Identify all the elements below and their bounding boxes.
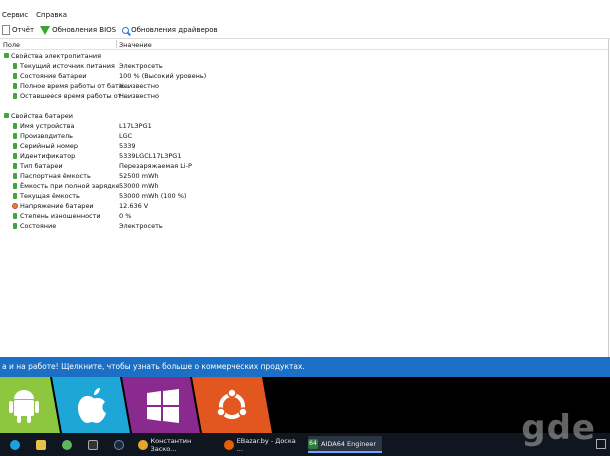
recycle-icon bbox=[62, 439, 72, 450]
battery-icon bbox=[13, 123, 17, 129]
aida64-icon: 64 bbox=[308, 438, 318, 449]
report-icon bbox=[2, 25, 10, 35]
section-header[interactable]: Свойства батареи bbox=[0, 111, 608, 121]
battery-icon bbox=[13, 173, 17, 179]
taskbar-firefox[interactable]: EBazar.by - Доска ... bbox=[224, 436, 302, 453]
battery-section-icon bbox=[4, 113, 9, 118]
list-item[interactable]: Текущая ёмкость 53000 mWh (100 %) bbox=[0, 191, 608, 201]
tiles-svg bbox=[0, 377, 272, 433]
skype-icon bbox=[10, 439, 20, 450]
folder-icon bbox=[36, 439, 46, 450]
list-item[interactable]: Серийный номер 5339 bbox=[0, 141, 608, 151]
battery-icon bbox=[13, 133, 17, 139]
list-item[interactable]: Текущий источник питания Электросеть bbox=[0, 61, 608, 71]
battery-icon bbox=[13, 143, 17, 149]
list-item[interactable]: Паспортная ёмкость 52500 mWh bbox=[0, 171, 608, 181]
chrome-icon bbox=[138, 439, 148, 450]
taskbar: Константин Заско... EBazar.by - Доска ..… bbox=[0, 433, 610, 456]
column-value[interactable]: Значение bbox=[119, 41, 152, 49]
list-item[interactable]: Напряжение батареи 12.636 V bbox=[0, 201, 608, 211]
section-header[interactable]: Свойства электропитания bbox=[0, 51, 608, 61]
taskbar-steam[interactable] bbox=[114, 436, 124, 453]
battery-icon bbox=[13, 153, 17, 159]
search-icon bbox=[122, 26, 130, 34]
terminal-icon bbox=[88, 439, 98, 450]
download-icon bbox=[40, 25, 51, 35]
section-title: Свойства батареи bbox=[11, 112, 73, 120]
battery-icon bbox=[13, 193, 17, 199]
taskbar-terminal[interactable] bbox=[88, 436, 98, 453]
list-item[interactable]: Тип батареи Перезаряжаемая Li-P bbox=[0, 161, 608, 171]
driver-updates-label: Обновления драйверов bbox=[131, 26, 218, 34]
section-title: Свойства электропитания bbox=[11, 52, 101, 60]
battery-icon bbox=[13, 73, 17, 79]
menu-service[interactable]: Сервис bbox=[2, 11, 28, 22]
battery-icon bbox=[13, 213, 17, 219]
list-item[interactable]: Состояние Электросеть bbox=[0, 221, 608, 231]
list-item[interactable]: Производитель LGC bbox=[0, 131, 608, 141]
details-panel: Поле Значение Свойства электропитания Те… bbox=[0, 39, 609, 357]
steam-icon bbox=[114, 439, 124, 450]
list-item[interactable]: Полное время работы от бата... Неизвестн… bbox=[0, 81, 608, 91]
menu-help[interactable]: Справка bbox=[36, 11, 67, 22]
battery-icon bbox=[13, 163, 17, 169]
watermark: gde bbox=[521, 408, 596, 448]
bios-updates-label: Обновления BIOS bbox=[52, 26, 117, 34]
list-item[interactable]: Ёмкость при полной зарядке 53000 mWh bbox=[0, 181, 608, 191]
battery-icon bbox=[13, 223, 17, 229]
bios-updates-button[interactable]: Обновления BIOS bbox=[40, 25, 117, 35]
battery-icon bbox=[13, 63, 17, 69]
taskbar-app3[interactable] bbox=[62, 436, 72, 453]
battery-icon bbox=[13, 83, 17, 89]
menubar: Сервис Справка bbox=[0, 11, 67, 22]
taskbar-aida64[interactable]: 64 AIDA64 Engineer bbox=[308, 436, 382, 453]
list-item[interactable]: Состояние батареи 100 % (Высокий уровень… bbox=[0, 71, 608, 81]
driver-updates-button[interactable]: Обновления драйверов bbox=[122, 26, 218, 34]
firefox-icon bbox=[224, 439, 234, 450]
list-item[interactable]: Идентификатор 5339LGCL17L3PG1 bbox=[0, 151, 608, 161]
battery-icon bbox=[13, 183, 17, 189]
speaker-icon[interactable] bbox=[596, 439, 606, 449]
promo-banner[interactable]: а и на работе! Щелкните, чтобы узнать бо… bbox=[0, 357, 610, 377]
toolbar: Отчёт Обновления BIOS Обновления драйвер… bbox=[0, 22, 610, 38]
voltage-icon bbox=[12, 203, 18, 209]
column-header: Поле Значение bbox=[0, 39, 608, 50]
list-item[interactable]: Оставшееся время работы от ... Неизвестн… bbox=[0, 91, 608, 101]
column-resizer[interactable] bbox=[116, 40, 117, 48]
report-button[interactable]: Отчёт bbox=[2, 25, 34, 35]
power-icon bbox=[4, 53, 9, 58]
taskbar-chrome[interactable]: Константин Заско... bbox=[138, 436, 216, 453]
ubuntu-tile[interactable] bbox=[192, 377, 272, 433]
platform-tiles bbox=[0, 377, 610, 433]
list-item[interactable]: Имя устройства L17L3PG1 bbox=[0, 121, 608, 131]
column-field[interactable]: Поле bbox=[3, 41, 20, 49]
report-label: Отчёт bbox=[12, 26, 35, 34]
list-item[interactable]: Степень изношенности 0 % bbox=[0, 211, 608, 221]
taskbar-explorer[interactable] bbox=[36, 436, 46, 453]
taskbar-skype[interactable] bbox=[10, 436, 20, 453]
battery-icon bbox=[13, 93, 17, 99]
